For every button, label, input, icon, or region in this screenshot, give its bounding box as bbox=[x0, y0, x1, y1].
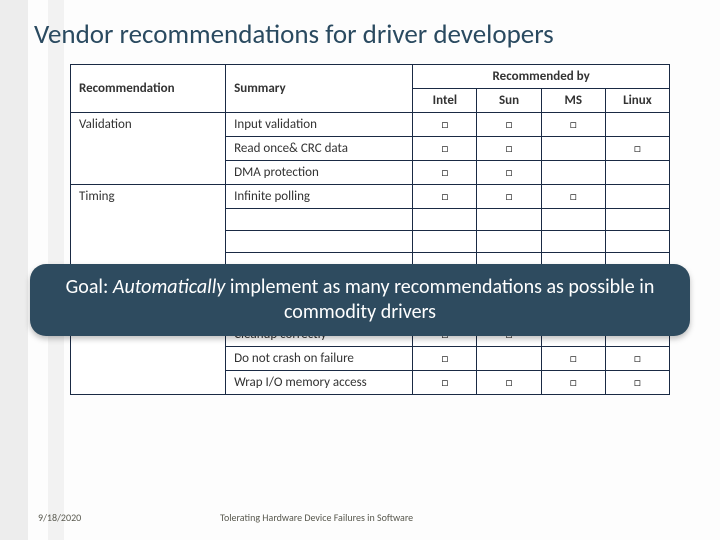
cell-mark: □ bbox=[413, 185, 477, 209]
col-sun: Sun bbox=[477, 89, 541, 113]
col-linux: Linux bbox=[605, 89, 669, 113]
table-row: Timing Infinite polling □ □ □ bbox=[71, 185, 670, 209]
goal-text-pre: Goal: bbox=[66, 275, 113, 299]
cell-mark: □ bbox=[605, 371, 669, 395]
cell-mark: □ bbox=[477, 161, 541, 185]
cell-mark bbox=[605, 161, 669, 185]
col-recommendation: Recommendation bbox=[71, 65, 226, 113]
recommendations-table: Recommendation Summary Recommended by In… bbox=[70, 64, 670, 395]
bg-stripe bbox=[0, 0, 28, 540]
goal-text-post: implement as many recommendations as pos… bbox=[225, 275, 654, 324]
cell-mark bbox=[605, 113, 669, 137]
footer-title: Tolerating Hardware Device Failures in S… bbox=[220, 511, 413, 524]
cell-mark: □ bbox=[413, 347, 477, 371]
footer-date: 9/18/2020 bbox=[38, 511, 81, 524]
cell-mark bbox=[477, 347, 541, 371]
cell-mark: □ bbox=[413, 137, 477, 161]
col-group-recommended-by: Recommended by bbox=[413, 65, 670, 89]
cell-mark: □ bbox=[477, 137, 541, 161]
cell-mark bbox=[605, 185, 669, 209]
cell-summary: Wrap I/O memory access bbox=[226, 371, 413, 395]
cell-summary: Do not crash on failure bbox=[226, 347, 413, 371]
page-title: Vendor recommendations for driver develo… bbox=[34, 18, 554, 51]
cell-summary: Read once& CRC data bbox=[226, 137, 413, 161]
cell-mark: □ bbox=[413, 113, 477, 137]
cell-summary: DMA protection bbox=[226, 161, 413, 185]
cell-mark: □ bbox=[541, 185, 605, 209]
col-summary: Summary bbox=[226, 65, 413, 113]
goal-callout: Goal: Automatically implement as many re… bbox=[30, 264, 690, 336]
cell-mark: □ bbox=[413, 371, 477, 395]
cell-mark bbox=[541, 161, 605, 185]
cell-mark: □ bbox=[413, 161, 477, 185]
cell-summary: Input validation bbox=[226, 113, 413, 137]
cell-mark: □ bbox=[605, 347, 669, 371]
col-ms: MS bbox=[541, 89, 605, 113]
cell-mark: □ bbox=[541, 113, 605, 137]
table-row: Validation Input validation □ □ □ bbox=[71, 113, 670, 137]
cell-mark: □ bbox=[541, 371, 605, 395]
cell-summary: Infinite polling bbox=[226, 185, 413, 209]
goal-text-em: Automatically bbox=[113, 275, 225, 299]
cell-mark bbox=[541, 137, 605, 161]
cell-mark: □ bbox=[477, 371, 541, 395]
cell-mark: □ bbox=[605, 137, 669, 161]
col-intel: Intel bbox=[413, 89, 477, 113]
cell-mark: □ bbox=[541, 347, 605, 371]
cat-validation: Validation bbox=[71, 113, 226, 185]
cell-mark: □ bbox=[477, 113, 541, 137]
cat-timing: Timing bbox=[71, 185, 226, 275]
cell-mark: □ bbox=[477, 185, 541, 209]
